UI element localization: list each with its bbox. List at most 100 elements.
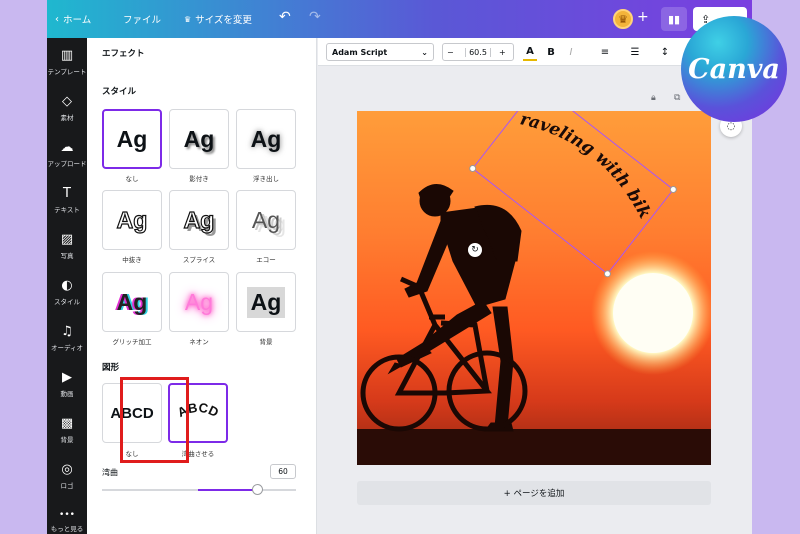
highlight-box <box>120 377 189 463</box>
top-bar: ‹ ホーム ファイル ♛ サイズを変更 ↶ ↷ ♛ + ▮▮ ⇪ <box>47 0 752 38</box>
curve-label: 湾曲 <box>102 468 118 477</box>
bold-button[interactable]: B <box>544 43 558 61</box>
photo-icon: ▨ <box>60 232 74 247</box>
upload-icon: ☁ <box>60 140 74 155</box>
undo-icon: ↶ <box>279 9 291 25</box>
style-hollow-tile[interactable]: Ag <box>102 190 162 250</box>
italic-button[interactable]: I <box>564 43 578 61</box>
elements-icon: ◇ <box>62 94 72 109</box>
file-menu-button[interactable]: ファイル <box>123 12 161 26</box>
style-sample: Ag <box>116 288 148 315</box>
align-button[interactable]: ≡ <box>598 43 612 61</box>
spacing-button[interactable]: ↕ <box>658 43 672 61</box>
rail-item-uploads[interactable]: ☁ アップロード <box>47 140 87 168</box>
style-background-label: 背景 <box>259 338 273 346</box>
add-collaborator-button[interactable]: + <box>637 9 649 25</box>
style-shadow-tile[interactable]: Ag <box>169 109 229 169</box>
rail-label: 素材 <box>60 114 74 122</box>
resize-button[interactable]: ♛ サイズを変更 <box>184 12 252 27</box>
rail-item-templates[interactable]: ▥ テンプレート <box>47 48 87 76</box>
add-page-button[interactable]: + ページを追加 <box>357 481 711 505</box>
redo-icon: ↷ <box>309 9 321 25</box>
style-hollow-label: 中抜き <box>122 256 142 264</box>
rail-label: テキスト <box>54 206 80 214</box>
style-sample: Ag <box>251 206 281 233</box>
style-splice-tile[interactable]: Ag <box>169 190 229 250</box>
style-sample: Ag <box>116 206 148 233</box>
style-splice-label: スプライス <box>182 256 216 264</box>
style-lift-label: 浮き出し <box>253 175 279 183</box>
font-selector[interactable]: Adam Script ⌄ <box>326 43 434 61</box>
style-echo-label: エコー <box>256 256 276 264</box>
rail-item-text[interactable]: T テキスト <box>47 186 87 214</box>
rail-label: 動画 <box>60 390 74 398</box>
font-size-group: − 60.5 + <box>442 43 514 61</box>
text-color-button[interactable]: A <box>523 43 537 61</box>
rail-label: もっと見る <box>50 525 84 533</box>
style-sample: Ag <box>184 288 214 315</box>
chevron-down-icon: ⌄ <box>421 47 428 57</box>
list-button[interactable]: ☰ <box>628 43 642 61</box>
style-sample: Ag <box>246 286 286 318</box>
curve-slider-handle[interactable] <box>252 484 263 495</box>
style-sample: Ag <box>116 125 148 152</box>
palette-icon: ◐ <box>61 278 73 293</box>
plus-icon: + <box>637 9 649 25</box>
undo-button[interactable]: ↶ <box>279 9 291 25</box>
rail-label: スタイル <box>54 298 80 306</box>
redo-button[interactable]: ↷ <box>309 9 321 25</box>
rail-item-audio[interactable]: ♫ オーディオ <box>47 324 87 352</box>
style-glitch-tile[interactable]: Ag <box>102 272 162 332</box>
bar-chart-icon: ▮▮ <box>667 12 681 26</box>
design-canvas[interactable]: Traveling with bike ↻ <box>357 111 711 465</box>
align-center-icon: ≡ <box>600 46 610 58</box>
rail-item-more[interactable]: ••• もっと見る <box>47 510 87 533</box>
side-navigation: ▥ テンプレート ◇ 素材 ☁ アップロード T テキスト ▨ 写真 ◐ スタイル ♫ オーデ… <box>47 38 87 534</box>
insights-button[interactable]: ▮▮ <box>661 7 687 31</box>
style-neon-label: ネオン <box>189 338 209 346</box>
rail-item-photos[interactable]: ▨ 写真 <box>47 232 87 260</box>
rail-item-styles[interactable]: ◐ スタイル <box>47 278 87 306</box>
premium-avatar-icon[interactable]: ♛ <box>613 9 633 29</box>
video-icon: ▶ <box>62 370 72 385</box>
curve-slider-fill <box>198 489 258 491</box>
rail-label: テンプレート <box>47 68 87 76</box>
duplicate-page-icon[interactable]: ⧉ <box>674 93 680 103</box>
style-neon-tile[interactable]: Ag <box>169 272 229 332</box>
lock-icon[interactable]: 🔒︎ <box>651 93 656 103</box>
size-decrease-button[interactable]: − <box>447 48 454 57</box>
shape-heading: 図形 <box>102 363 120 373</box>
panel-title: エフェクト <box>102 49 145 59</box>
audio-icon: ♫ <box>61 324 73 339</box>
style-sample: Ag <box>183 206 215 233</box>
rail-item-elements[interactable]: ◇ 素材 <box>47 94 87 122</box>
rail-item-logo[interactable]: ◎ ロゴ <box>47 462 87 490</box>
home-button[interactable]: ‹ ホーム <box>55 12 92 27</box>
font-name: Adam Script <box>332 47 388 57</box>
rail-item-video[interactable]: ▶ 動画 <box>47 370 87 398</box>
style-sample: Ag <box>183 125 215 152</box>
rail-item-background[interactable]: ▩ 背景 <box>47 416 87 444</box>
style-none-tile[interactable]: Ag <box>102 109 162 169</box>
rotate-handle[interactable]: ↻ <box>468 243 482 257</box>
background-icon: ▩ <box>60 416 74 431</box>
style-lift-tile[interactable]: Ag <box>236 109 296 169</box>
size-increase-button[interactable]: + <box>499 48 506 57</box>
chevron-left-icon: ‹ <box>55 13 59 25</box>
style-echo-tile[interactable]: Ag <box>236 190 296 250</box>
list-icon: ☰ <box>630 46 640 58</box>
font-size-input[interactable]: 60.5 <box>465 47 491 57</box>
rail-label: ロゴ <box>60 482 74 490</box>
ground <box>357 429 711 465</box>
template-icon: ▥ <box>60 48 74 63</box>
rail-label: オーディオ <box>50 344 84 352</box>
style-background-tile[interactable]: Ag <box>236 272 296 332</box>
curve-value-input[interactable]: 60 <box>270 464 296 479</box>
style-heading: スタイル <box>102 87 137 97</box>
more-icon: ••• <box>59 510 75 520</box>
crown-icon: ♛ <box>184 14 192 24</box>
text-icon: T <box>63 186 71 201</box>
home-label: ホーム <box>63 15 92 26</box>
rail-label: 背景 <box>60 436 74 444</box>
resize-label: サイズを変更 <box>195 15 252 26</box>
